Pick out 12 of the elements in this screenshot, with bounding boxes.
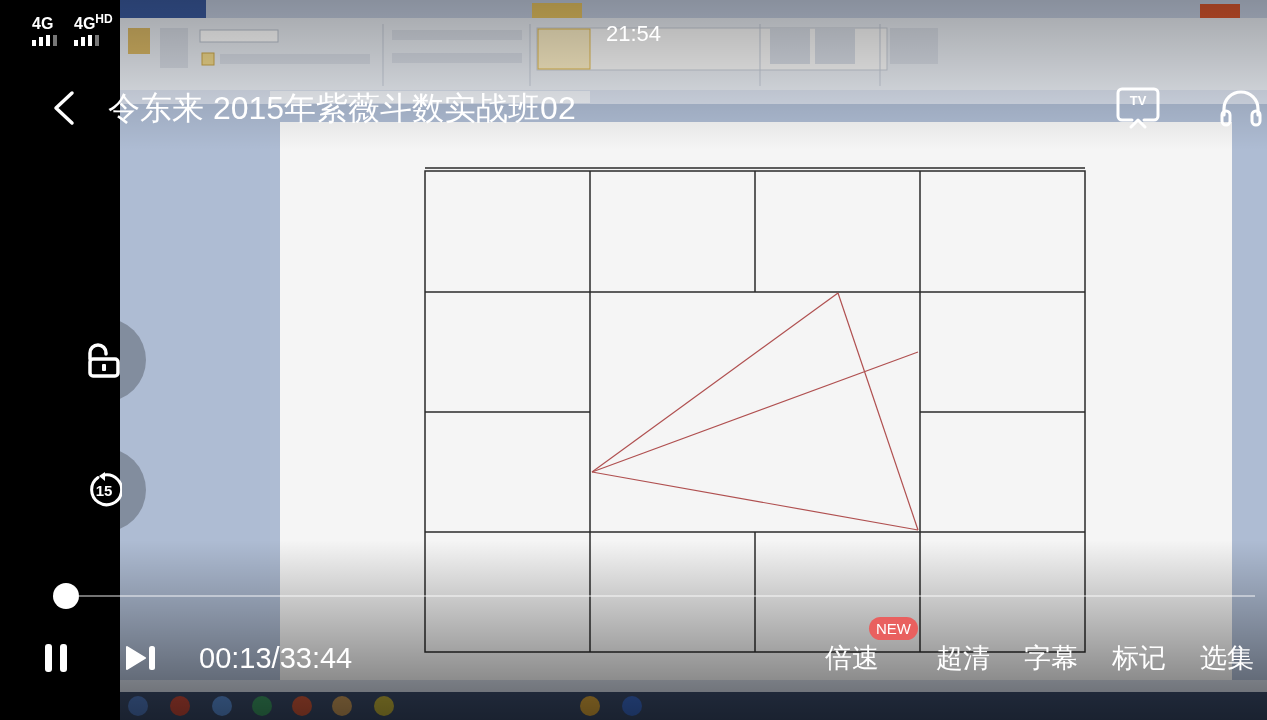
clock-time: 21:54: [605, 23, 661, 45]
signal-strength-icon: [74, 35, 100, 46]
pause-icon[interactable]: [45, 644, 67, 672]
player-option-button[interactable]: 选集: [1200, 644, 1254, 672]
network-type-label: 4G$^{HD}$: [74, 16, 113, 32]
player-option-button[interactable]: 标记: [1112, 644, 1166, 672]
cast-button[interactable]: TV: [1115, 87, 1161, 129]
skip-next-icon[interactable]: [126, 646, 156, 670]
screen-cast-icon: [1115, 87, 1161, 129]
playback-time: 00:13/33:44: [199, 643, 353, 673]
network-type-label: 4G: [32, 16, 54, 32]
signal-strength-icon: [32, 35, 58, 46]
